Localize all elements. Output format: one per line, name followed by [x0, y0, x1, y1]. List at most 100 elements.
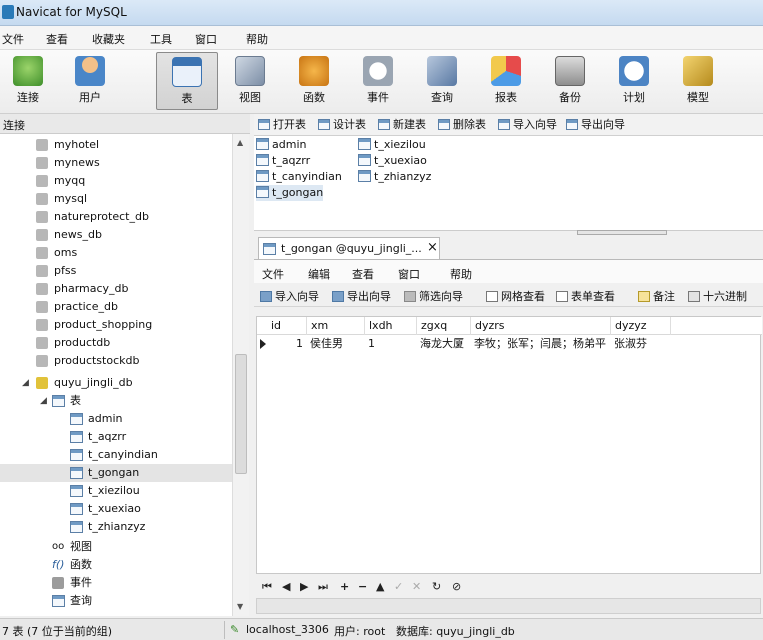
import-wizard-button[interactable]: 导入向导 — [260, 288, 319, 304]
cell-lxdh[interactable]: 1 — [365, 335, 417, 353]
grid-horizontal-scrollbar[interactable] — [256, 598, 761, 614]
menu-file[interactable]: 文件 — [2, 31, 24, 47]
cell-xm[interactable]: 侯佳男 — [307, 335, 365, 353]
table-icon — [358, 138, 371, 150]
scroll-up-arrow-icon[interactable]: ▲ — [237, 138, 243, 147]
tree-scrollbar[interactable]: ▲ ▼ — [232, 134, 249, 616]
collapse-triangle-icon[interactable]: ◢ — [22, 374, 29, 392]
object-item[interactable]: t_xiezilou — [358, 137, 426, 153]
table-icon — [70, 485, 83, 497]
record-navigation-bar: ⏮ ◀ ▶ ⏭ + − ▲ ✓ ✕ ↻ ⊘ — [256, 576, 761, 598]
tree-db-label: mynews — [54, 156, 100, 169]
new-table-button[interactable]: 新建表 — [378, 117, 426, 133]
menu-view[interactable]: 查看 — [46, 31, 68, 47]
refresh-icon[interactable]: ↻ — [432, 580, 441, 593]
tree-table-label: t_aqzrr — [88, 430, 127, 443]
first-record-icon[interactable]: ⏮ — [262, 580, 272, 594]
scroll-down-arrow-icon[interactable]: ▼ — [237, 602, 243, 611]
import-wizard-button[interactable]: 导入向导 — [498, 117, 557, 133]
menu-tools[interactable]: 工具 — [150, 31, 172, 47]
column-header-dyzrs[interactable]: dyzrs — [471, 317, 611, 335]
open-table-button[interactable]: 打开表 — [258, 117, 306, 133]
object-item[interactable]: t_canyindian — [256, 169, 342, 185]
tab-t-gongan[interactable]: t_gongan @quyu_jingli_... × — [258, 237, 440, 259]
cell-dyzrs[interactable]: 李牧；张军；闫晨；杨弟平 — [471, 335, 611, 353]
object-item-selected[interactable]: t_gongan — [256, 185, 324, 201]
column-header-xm[interactable]: xm — [307, 317, 365, 335]
toolbar-view-button[interactable]: 视图 — [222, 52, 278, 110]
discard-changes-icon[interactable]: ✕ — [412, 580, 421, 593]
add-record-icon[interactable]: + — [340, 580, 349, 593]
toolbar-user-button[interactable]: 用户 — [62, 52, 118, 110]
table-row[interactable]: 1 侯佳男 1 海龙大厦 李牧；张军；闫晨；杨弟平 张淑芬 — [257, 335, 762, 353]
memo-button[interactable]: 备注 — [638, 288, 675, 304]
object-list[interactable]: admin t_aqzrr t_canyindian t_gongan t_xi… — [254, 136, 763, 231]
tree-folder-label: 事件 — [70, 576, 92, 589]
toolbar-event-button[interactable]: 事件 — [350, 52, 406, 110]
edit-record-icon[interactable]: ▲ — [376, 580, 384, 593]
tree-table-t-gongan[interactable]: t_gongan — [0, 464, 232, 482]
toolbar-model-button[interactable]: 模型 — [670, 52, 726, 110]
function-icon: f() — [52, 558, 65, 571]
menu-help[interactable]: 帮助 — [246, 31, 268, 47]
toolbar-connection-button[interactable]: 连接 — [0, 52, 56, 110]
window-title: Navicat for MySQL — [16, 5, 127, 19]
design-table-label: 设计表 — [333, 118, 366, 131]
import-icon — [498, 119, 510, 130]
editor-menu-file[interactable]: 文件 — [262, 266, 284, 282]
cell-dyzyz[interactable]: 张淑芬 — [611, 335, 671, 353]
pane-splitter[interactable] — [577, 230, 667, 235]
close-icon[interactable]: × — [427, 240, 438, 255]
previous-record-icon[interactable]: ◀ — [282, 580, 290, 593]
export-wizard-button[interactable]: 导出向导 — [566, 117, 625, 133]
object-item[interactable]: t_xuexiao — [358, 153, 427, 169]
table-icon — [256, 186, 269, 198]
filter-wizard-button[interactable]: 筛选向导 — [404, 288, 463, 304]
toolbar-report-button[interactable]: 报表 — [478, 52, 534, 110]
column-header-id[interactable]: id — [267, 317, 307, 335]
toolbar-table-label: 表 — [181, 92, 193, 105]
toolbar-query-button[interactable]: 查询 — [414, 52, 470, 110]
connection-tree[interactable]: myhotel mynews myqq mysql natureprotect_… — [0, 134, 232, 616]
database-icon — [36, 301, 48, 313]
menu-window[interactable]: 窗口 — [195, 31, 217, 47]
stop-icon[interactable]: ⊘ — [452, 580, 461, 593]
cell-zgxq[interactable]: 海龙大厦 — [417, 335, 471, 353]
menu-favorites[interactable]: 收藏夹 — [92, 31, 125, 47]
scrollbar-thumb[interactable] — [235, 354, 247, 474]
editor-menu-window[interactable]: 窗口 — [398, 266, 420, 282]
editor-menu-view[interactable]: 查看 — [352, 266, 374, 282]
column-header-lxdh[interactable]: lxdh — [365, 317, 417, 335]
cell-id[interactable]: 1 — [267, 335, 307, 353]
hex-button[interactable]: 十六进制 — [688, 288, 747, 304]
column-header-dyzyz[interactable]: dyzyz — [611, 317, 671, 335]
form-view-button[interactable]: 表单查看 — [556, 288, 615, 304]
tree-db-label: myhotel — [54, 138, 100, 151]
editor-menu-help[interactable]: 帮助 — [450, 266, 472, 282]
data-grid[interactable]: id xm lxdh zgxq dyzrs dyzyz 1 侯佳男 1 海龙大厦… — [256, 316, 762, 574]
toolbar-backup-button[interactable]: 备份 — [542, 52, 598, 110]
toolbar-function-button[interactable]: 函数 — [286, 52, 342, 110]
delete-table-button[interactable]: 删除表 — [438, 117, 486, 133]
next-record-icon[interactable]: ▶ — [300, 580, 308, 593]
toolbar-schedule-button[interactable]: 计划 — [606, 52, 662, 110]
object-item[interactable]: admin — [256, 137, 306, 153]
object-item[interactable]: t_aqzrr — [256, 153, 310, 169]
object-item[interactable]: t_zhianzyz — [358, 169, 431, 185]
toolbar-table-button[interactable]: 表 — [156, 52, 218, 110]
last-record-icon[interactable]: ⏭ — [318, 580, 328, 594]
collapse-triangle-icon[interactable]: ◢ — [40, 392, 47, 410]
export-wizard-button[interactable]: 导出向导 — [332, 288, 391, 304]
grid-view-button[interactable]: 网格查看 — [486, 288, 545, 304]
delete-record-icon[interactable]: − — [358, 580, 367, 593]
column-header-zgxq[interactable]: zgxq — [417, 317, 471, 335]
design-table-button[interactable]: 设计表 — [318, 117, 366, 133]
object-item-label: t_aqzrr — [272, 154, 311, 167]
apply-changes-icon[interactable]: ✓ — [394, 580, 403, 593]
object-item-label: t_zhianzyz — [374, 170, 432, 183]
table-icon — [172, 57, 202, 87]
connection-panel-header: 连接 — [0, 114, 250, 134]
tree-db-label: productstockdb — [54, 354, 140, 367]
memo-label: 备注 — [653, 290, 675, 303]
editor-menu-edit[interactable]: 编辑 — [308, 266, 330, 282]
